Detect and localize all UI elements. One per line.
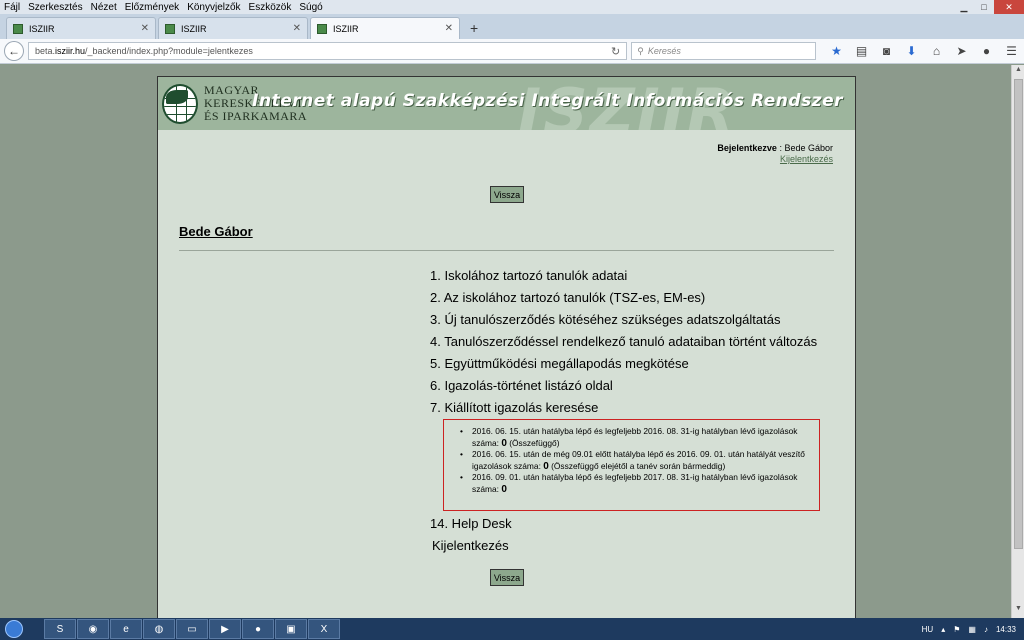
list-item: 2016. 06. 15. után hatályba lépő és legf… <box>460 426 811 449</box>
tab-2[interactable]: ISZIIR ✕ <box>158 17 308 39</box>
menu-tools[interactable]: Eszközök <box>245 2 296 13</box>
menu-item-students-data[interactable]: 1. Iskolához tartozó tanulók adatai <box>430 265 817 287</box>
windows-logo-icon <box>5 620 23 638</box>
menu-edit[interactable]: Szerkesztés <box>24 2 86 13</box>
download-icon[interactable]: ⬇ <box>899 41 924 61</box>
language-indicator[interactable]: HU <box>922 625 934 634</box>
globe-logo-icon <box>162 83 198 124</box>
bookmarks-list-icon[interactable]: ▤ <box>849 41 874 61</box>
search-input[interactable]: ⚲ Keresés <box>631 42 817 60</box>
back-arrow-icon[interactable]: ← <box>4 41 24 61</box>
favicon-icon <box>165 23 175 34</box>
certificate-notice-box: 2016. 06. 15. után hatályba lépő és legf… <box>443 419 820 511</box>
chat-icon[interactable]: ● <box>974 41 999 61</box>
menu-item-logout[interactable]: Kijelentkezés <box>430 535 512 557</box>
page-container: MAGYAR KERESKEDELMI ÉS IPARKAMARA ISZIIR… <box>157 76 856 618</box>
close-icon[interactable]: ✕ <box>994 0 1024 14</box>
tray-up-icon[interactable]: ▴ <box>941 625 945 634</box>
chrome-icon[interactable]: ◉ <box>77 619 109 639</box>
header-banner: MAGYAR KERESKEDELMI ÉS IPARKAMARA ISZIIR… <box>158 77 855 130</box>
skype-icon[interactable]: S <box>44 619 76 639</box>
back-button-top[interactable]: Vissza <box>490 186 524 203</box>
ie-icon[interactable]: e <box>110 619 142 639</box>
clock[interactable]: 14:33 <box>996 625 1016 634</box>
menu-item-new-contract[interactable]: 3. Új tanulószerződés kötéséhez szüksége… <box>430 309 817 331</box>
menu-item-search-cert[interactable]: 7. Kiállított igazolás keresése <box>430 397 817 419</box>
url-domain: isziir.hu <box>55 46 86 56</box>
login-user: : Bede Gábor <box>779 143 833 153</box>
logout-link[interactable]: Kijelentkezés <box>780 154 833 164</box>
menu-help[interactable]: Súgó <box>295 2 326 13</box>
reload-icon[interactable]: ↻ <box>611 45 620 58</box>
app-icon[interactable]: ◍ <box>143 619 175 639</box>
divider <box>179 250 834 251</box>
tab-close-icon[interactable]: ✕ <box>293 23 301 34</box>
new-tab-icon[interactable]: + <box>462 17 486 39</box>
menu-item-history[interactable]: 6. Igazolás-történet listázó oldal <box>430 375 817 397</box>
url-domain-prefix: beta. <box>34 46 56 56</box>
scroll-up-icon[interactable]: ▲ <box>1012 66 1024 78</box>
page-viewport: MAGYAR KERESKEDELMI ÉS IPARKAMARA ISZIIR… <box>0 65 1011 618</box>
toolbar-icons: ★ ▤ ◙ ⬇ ⌂ ➤ ● ☰ <box>824 41 1024 61</box>
bookmark-star-icon[interactable]: ★ <box>824 41 849 61</box>
favicon-icon <box>13 23 23 34</box>
system-tray: HU ▴ ⚑ ▦ ♪ 14:33 <box>914 625 1024 634</box>
menu-item-help-desk[interactable]: 14. Help Desk <box>430 513 512 535</box>
search-placeholder: Keresés <box>647 46 681 56</box>
tab-label: ISZIIR <box>333 23 359 34</box>
scroll-down-icon[interactable]: ▼ <box>1012 605 1024 617</box>
flag-icon[interactable]: ⚑ <box>953 625 960 634</box>
page-title: Bede Gábor <box>179 224 253 239</box>
list-item: 2016. 06. 15. után de még 09.01 előtt ha… <box>460 449 811 472</box>
menu-item-cooperation[interactable]: 5. Együttműködési megállapodás megkötése <box>430 353 817 375</box>
url-bar[interactable]: beta. isziir.hu/_backend/index.php?module… <box>27 42 628 60</box>
tab-3-active[interactable]: ISZIIR ✕ <box>310 17 460 39</box>
scrollbar-thumb[interactable] <box>1014 79 1023 549</box>
tab-1[interactable]: ISZIIR ✕ <box>6 17 156 39</box>
send-icon[interactable]: ➤ <box>949 41 974 61</box>
pocket-icon[interactable]: ◙ <box>874 41 899 61</box>
media-icon[interactable]: ▶ <box>209 619 241 639</box>
window-controls: ▁ □ ✕ <box>954 0 1024 14</box>
tab-close-icon[interactable]: ✕ <box>445 23 453 34</box>
menu-item-students-tsz-em[interactable]: 2. Az iskolához tartozó tanulók (TSZ-es,… <box>430 287 817 309</box>
menu-bookmarks[interactable]: Könyvjelzők <box>183 2 244 13</box>
search-icon: ⚲ <box>637 45 644 56</box>
site-title: Internet alapú Szakképzési Integrált Inf… <box>252 91 843 111</box>
taskbar: S ◉ e ◍ ▭ ▶ ● ▣ X HU ▴ ⚑ ▦ ♪ 14:33 <box>0 618 1024 640</box>
menu-history[interactable]: Előzmények <box>121 2 183 13</box>
org-line-3: ÉS IPARKAMARA <box>204 109 308 123</box>
extra-menu: 14. Help Desk Kijelentkezés <box>430 513 512 557</box>
firefox-icon[interactable]: ● <box>242 619 274 639</box>
list-item: 2016. 09. 01. után hatályba lépő és legf… <box>460 472 811 495</box>
menu-file[interactable]: Fájl <box>0 2 24 13</box>
login-label: Bejelentkezve <box>717 143 777 153</box>
excel-icon[interactable]: X <box>308 619 340 639</box>
nav-bar: ← beta. isziir.hu/_backend/index.php?modu… <box>0 39 1024 64</box>
page-scrollbar[interactable]: ▲ ▼ <box>1011 65 1024 618</box>
maximize-icon[interactable]: □ <box>974 0 994 14</box>
back-button-bottom[interactable]: Vissza <box>490 569 524 586</box>
start-button[interactable] <box>0 618 28 640</box>
tab-bar: ISZIIR ✕ ISZIIR ✕ ISZIIR ✕ + <box>0 14 1024 39</box>
pdf-icon[interactable]: ▣ <box>275 619 307 639</box>
tab-label: ISZIIR <box>29 23 55 34</box>
tab-close-icon[interactable]: ✕ <box>141 23 149 34</box>
minimize-icon[interactable]: ▁ <box>954 0 974 14</box>
hamburger-menu-icon[interactable]: ☰ <box>999 41 1024 61</box>
menu-item-contract-change[interactable]: 4. Tanulószerződéssel rendelkező tanuló … <box>430 331 817 353</box>
url-path: /_backend/index.php?module=jelentkezes <box>85 46 253 56</box>
tab-label: ISZIIR <box>181 23 207 34</box>
favicon-icon <box>317 23 327 34</box>
home-icon[interactable]: ⌂ <box>924 41 949 61</box>
menu-view[interactable]: Nézet <box>87 2 121 13</box>
login-info: Bejelentkezve : Bede Gábor Kijelentkezés <box>717 143 833 165</box>
main-menu: 1. Iskolához tartozó tanulók adatai 2. A… <box>430 265 817 419</box>
folder-icon[interactable]: ▭ <box>176 619 208 639</box>
taskbar-apps: S ◉ e ◍ ▭ ▶ ● ▣ X <box>44 619 341 639</box>
menu-bar: Fájl Szerkesztés Nézet Előzmények Könyvj… <box>0 0 1024 14</box>
network-icon[interactable]: ▦ <box>968 625 976 634</box>
volume-icon[interactable]: ♪ <box>984 625 988 634</box>
